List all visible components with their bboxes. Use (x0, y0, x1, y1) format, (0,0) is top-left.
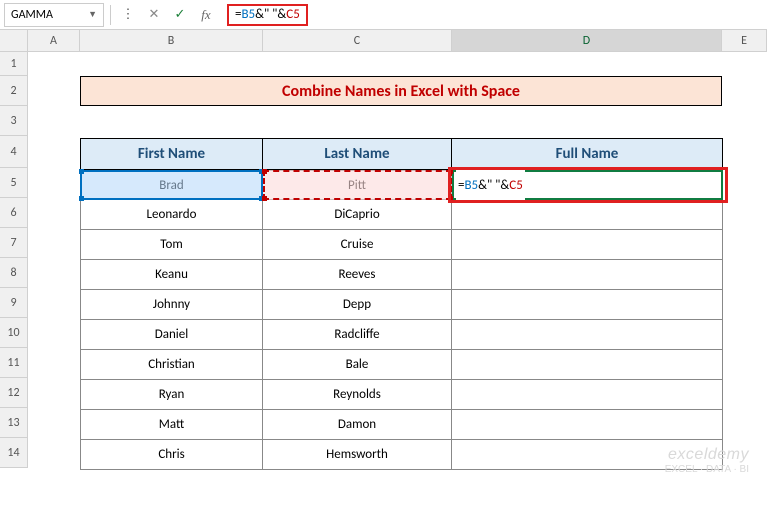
cell-full[interactable] (452, 350, 723, 380)
th-full-name: Full Name (452, 138, 723, 170)
row-header-2[interactable]: 2 (0, 76, 28, 106)
cell-full[interactable] (452, 260, 723, 290)
chevron-down-icon[interactable]: ▼ (88, 9, 97, 20)
separator (110, 5, 111, 25)
table-row: RyanReynolds (80, 380, 723, 410)
cell-first[interactable]: Chris (80, 440, 263, 470)
cell-last[interactable]: Damon (263, 410, 452, 440)
spreadsheet-grid: A B C D E 1 2 3 4 5 6 7 8 9 10 11 12 13 … (0, 30, 767, 468)
name-box[interactable]: GAMMA ▼ (4, 3, 104, 27)
watermark-brand: exceldemy (665, 445, 749, 464)
cell-first[interactable]: Keanu (80, 260, 263, 290)
table-row: ChrisHemsworth (80, 440, 723, 470)
table-header-row: First Name Last Name Full Name (80, 138, 723, 170)
table-row: JohnnyDepp (80, 290, 723, 320)
cell-first[interactable]: Daniel (80, 320, 263, 350)
row-header-12[interactable]: 12 (0, 378, 28, 408)
data-table: BradPitt LeonardoDiCaprio TomCruise Kean… (80, 170, 723, 470)
col-header-D[interactable]: D (452, 30, 722, 51)
table-row: KeanuReeves (80, 260, 723, 290)
cell-full[interactable] (452, 380, 723, 410)
name-box-text: GAMMA (11, 8, 88, 22)
row-header-6[interactable]: 6 (0, 198, 28, 228)
row-header-7[interactable]: 7 (0, 228, 28, 258)
row-header-13[interactable]: 13 (0, 408, 28, 438)
cell-first[interactable]: Matt (80, 410, 263, 440)
formula-input[interactable]: =B5&" "&C5 (221, 3, 763, 27)
amp: &" "& (478, 178, 509, 193)
row-header-11[interactable]: 11 (0, 348, 28, 378)
table-row: ChristianBale (80, 350, 723, 380)
row-header-14[interactable]: 14 (0, 438, 28, 468)
cell-first[interactable]: Brad (80, 170, 263, 200)
fx-button[interactable]: fx (195, 4, 217, 26)
column-headers: A B C D E (0, 30, 767, 52)
table-row: LeonardoDiCaprio (80, 200, 723, 230)
formula-bar: GAMMA ▼ ⋮ ✕ ✓ fx =B5&" "&C5 (0, 0, 767, 30)
formula-ref-b5: B5 (241, 7, 255, 22)
cell-last[interactable]: Hemsworth (263, 440, 452, 470)
col-header-E[interactable]: E (722, 30, 767, 51)
cell-last[interactable]: Bale (263, 350, 452, 380)
row-header-4[interactable]: 4 (0, 136, 28, 168)
ref1: B5 (464, 178, 478, 193)
cell-last[interactable]: Radcliffe (263, 320, 452, 350)
col-header-A[interactable]: A (28, 30, 80, 51)
row-headers: 1 2 3 4 5 6 7 8 9 10 11 12 13 14 (0, 52, 28, 468)
cell-last[interactable]: Pitt (263, 170, 452, 200)
col-header-C[interactable]: C (263, 30, 452, 51)
col-header-B[interactable]: B (80, 30, 263, 51)
cell-full[interactable] (452, 200, 723, 230)
row-header-5[interactable]: 5 (0, 168, 28, 198)
cell-last[interactable]: Reynolds (263, 380, 452, 410)
watermark: exceldemy EXCEL · DATA · BI (665, 445, 749, 476)
cell-first[interactable]: Christian (80, 350, 263, 380)
cell-last[interactable]: Depp (263, 290, 452, 320)
cell-full[interactable] (452, 230, 723, 260)
table-row: DanielRadcliffe (80, 320, 723, 350)
row-header-8[interactable]: 8 (0, 258, 28, 288)
cell-first[interactable]: Leonardo (80, 200, 263, 230)
watermark-tag: EXCEL · DATA · BI (665, 464, 749, 476)
formula-highlight: =B5&" "&C5 (227, 4, 308, 26)
cells-area[interactable]: Combine Names in Excel with Space First … (28, 52, 767, 468)
cell-full[interactable] (452, 410, 723, 440)
cell-last[interactable]: Reeves (263, 260, 452, 290)
row-header-3[interactable]: 3 (0, 106, 28, 136)
cell-full[interactable] (452, 320, 723, 350)
table-row: MattDamon (80, 410, 723, 440)
cell-full[interactable] (452, 290, 723, 320)
cell-last[interactable]: Cruise (263, 230, 452, 260)
table-row: TomCruise (80, 230, 723, 260)
select-all-corner[interactable] (0, 30, 28, 51)
cell-first[interactable]: Ryan (80, 380, 263, 410)
formula-amp: &" "& (255, 7, 286, 22)
row-header-1[interactable]: 1 (0, 52, 28, 76)
active-cell-content: =B5&" "&C5 (456, 170, 525, 200)
cell-last[interactable]: DiCaprio (263, 200, 452, 230)
cancel-button[interactable]: ✕ (143, 4, 165, 26)
row-header-9[interactable]: 9 (0, 288, 28, 318)
cell-first[interactable]: Johnny (80, 290, 263, 320)
th-first-name: First Name (80, 138, 263, 170)
th-last-name: Last Name (263, 138, 452, 170)
enter-button[interactable]: ✓ (169, 4, 191, 26)
page-title: Combine Names in Excel with Space (80, 76, 722, 106)
ref2: C5 (509, 178, 523, 193)
cell-first[interactable]: Tom (80, 230, 263, 260)
row-header-10[interactable]: 10 (0, 318, 28, 348)
formula-ref-c5: C5 (286, 7, 300, 22)
dots-icon[interactable]: ⋮ (117, 4, 139, 26)
